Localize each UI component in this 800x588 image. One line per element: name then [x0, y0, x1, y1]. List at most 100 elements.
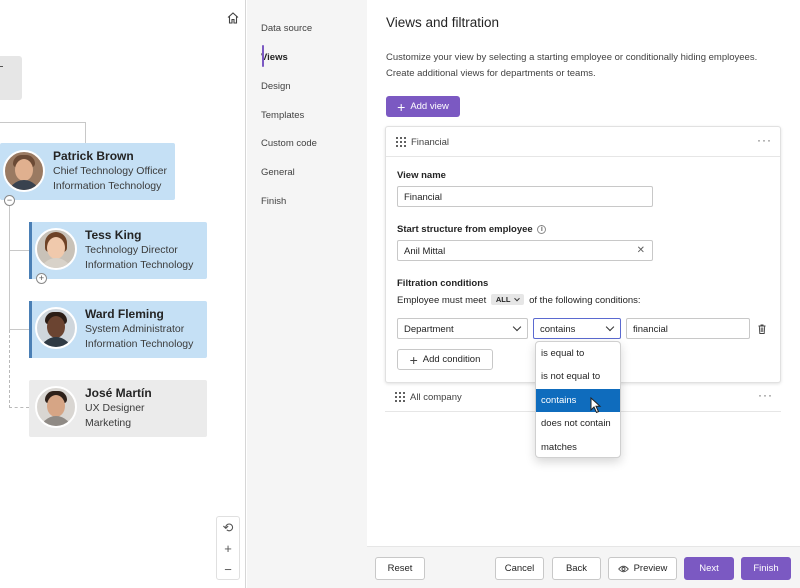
finish-button[interactable]: Finish — [741, 557, 791, 580]
must-meet-sentence: Employee must meet ALL of the following … — [397, 294, 641, 306]
start-employee-field[interactable]: Anil Mittal ✕ — [397, 240, 653, 261]
drag-handle-icon[interactable] — [395, 392, 405, 402]
person-name: Ward Fleming — [85, 307, 164, 321]
zoom-controls: ⟲ + − — [216, 516, 240, 580]
avatar — [3, 150, 45, 192]
preview-label: Preview — [633, 563, 668, 574]
nav-item-general[interactable]: General — [261, 167, 295, 178]
person-title: Chief Technology Officer — [53, 165, 168, 177]
page-title: Views and filtration — [386, 15, 500, 30]
person-card[interactable]: Tess King Technology Director Informatio… — [29, 222, 207, 279]
operator-option-does-not-contain[interactable]: does not contain — [536, 412, 620, 435]
nav-item-finish[interactable]: Finish — [261, 196, 286, 207]
connector-line — [9, 250, 10, 330]
filtration-label: Filtration conditions — [397, 278, 489, 289]
back-button[interactable]: Back — [552, 557, 601, 580]
connector-dashed — [9, 407, 29, 408]
operator-option-matches[interactable]: matches — [536, 436, 620, 459]
connector-line — [85, 122, 86, 143]
start-employee-label-text: Start structure from employee — [397, 224, 533, 235]
info-icon[interactable]: i — [537, 225, 547, 234]
delete-icon[interactable] — [758, 324, 766, 334]
parent-node-mark — [0, 66, 3, 67]
condition-operator-select[interactable]: contains — [533, 318, 621, 339]
nav-active-indicator — [262, 45, 264, 67]
avatar — [35, 307, 77, 349]
add-condition-label: Add condition — [422, 354, 481, 365]
settings-nav: Data source Views Design Templates Custo… — [247, 0, 367, 588]
expand-toggle[interactable]: + — [36, 273, 47, 284]
add-view-button[interactable]: + Add view — [386, 96, 460, 117]
connector-line — [0, 122, 86, 123]
must-meet-suffix: of the following conditions: — [529, 295, 641, 306]
person-department: Information Technology — [85, 337, 194, 350]
eye-icon — [617, 565, 629, 572]
chevron-down-icon — [514, 295, 521, 302]
operator-option-is-equal-to[interactable]: is equal to — [536, 342, 620, 365]
views-panel: Views and filtration Customize your view… — [367, 0, 800, 546]
person-name: Patrick Brown — [53, 149, 134, 163]
view-card-header[interactable]: Financial ··· — [386, 127, 780, 157]
avatar — [35, 386, 77, 428]
view-card-title: Financial — [411, 137, 450, 148]
page-description: Customize your view by selecting a start… — [386, 52, 758, 79]
add-view-label: Add view — [410, 101, 449, 112]
nav-item-templates[interactable]: Templates — [261, 110, 304, 121]
person-department: Marketing — [85, 416, 132, 429]
person-department: Information Technology — [85, 258, 194, 271]
add-condition-button[interactable]: + Add condition — [397, 349, 493, 370]
connector-line — [9, 205, 10, 251]
match-mode-value: ALL — [495, 295, 511, 304]
plus-icon: + — [409, 351, 418, 368]
card-accent — [29, 301, 32, 358]
parent-node-card[interactable] — [0, 56, 22, 100]
clear-icon[interactable]: ✕ — [637, 245, 645, 256]
connector-line — [9, 250, 29, 251]
footer-bar: Reset Cancel Back Preview Next Finish — [367, 546, 800, 588]
zoom-in-icon[interactable]: + — [217, 538, 239, 559]
more-options-icon[interactable]: ··· — [757, 133, 772, 147]
person-title: UX Designer — [85, 402, 145, 414]
more-options-icon[interactable]: ··· — [758, 388, 773, 402]
chevron-down-icon — [512, 322, 522, 332]
connector-dashed — [9, 330, 10, 408]
operator-dropdown-menu: is equal to is not equal to contains doe… — [535, 341, 621, 458]
match-mode-select[interactable]: ALL — [490, 294, 525, 305]
zoom-out-icon[interactable]: − — [217, 559, 239, 580]
condition-operator-value: contains — [540, 324, 576, 335]
must-meet-prefix: Employee must meet — [397, 295, 487, 306]
person-card[interactable]: Patrick Brown Chief Technology Officer I… — [0, 143, 175, 200]
reset-zoom-icon[interactable]: ⟲ — [217, 517, 239, 538]
collapse-toggle[interactable]: − — [4, 195, 15, 206]
view-name-field[interactable]: Financial — [397, 186, 653, 207]
next-button[interactable]: Next — [684, 557, 734, 580]
nav-item-views[interactable]: Views — [261, 52, 288, 63]
person-card[interactable]: Ward Fleming System Administrator Inform… — [29, 301, 207, 358]
operator-option-is-not-equal-to[interactable]: is not equal to — [536, 365, 620, 388]
cancel-button[interactable]: Cancel — [495, 557, 544, 580]
condition-field-select[interactable]: Department — [397, 318, 528, 339]
mouse-pointer-icon — [590, 397, 602, 414]
plus-icon: + — [397, 98, 406, 115]
person-title: System Administrator — [85, 323, 185, 335]
home-icon[interactable] — [226, 11, 240, 25]
person-card[interactable]: José Martín UX Designer Marketing — [29, 380, 207, 437]
reset-button[interactable]: Reset — [375, 557, 425, 580]
preview-button[interactable]: Preview — [608, 557, 677, 580]
org-chart-canvas[interactable]: Patrick Brown Chief Technology Officer I… — [0, 0, 246, 588]
nav-item-custom-code[interactable]: Custom code — [261, 138, 317, 149]
condition-field-value: Department — [404, 324, 454, 335]
person-name: José Martín — [85, 386, 152, 400]
nav-item-design[interactable]: Design — [261, 81, 291, 92]
condition-value-field[interactable]: financial — [626, 318, 750, 339]
avatar — [35, 228, 77, 270]
nav-item-data-source[interactable]: Data source — [261, 23, 312, 34]
drag-handle-icon[interactable] — [396, 137, 406, 147]
start-employee-label: Start structure from employee i — [397, 224, 547, 235]
person-department: Information Technology — [53, 179, 162, 192]
card-accent — [29, 222, 32, 279]
start-employee-value: Anil Mittal — [404, 246, 446, 257]
operator-option-contains[interactable]: contains — [536, 388, 620, 413]
connector-line — [9, 329, 29, 330]
chevron-down-icon — [605, 322, 615, 332]
